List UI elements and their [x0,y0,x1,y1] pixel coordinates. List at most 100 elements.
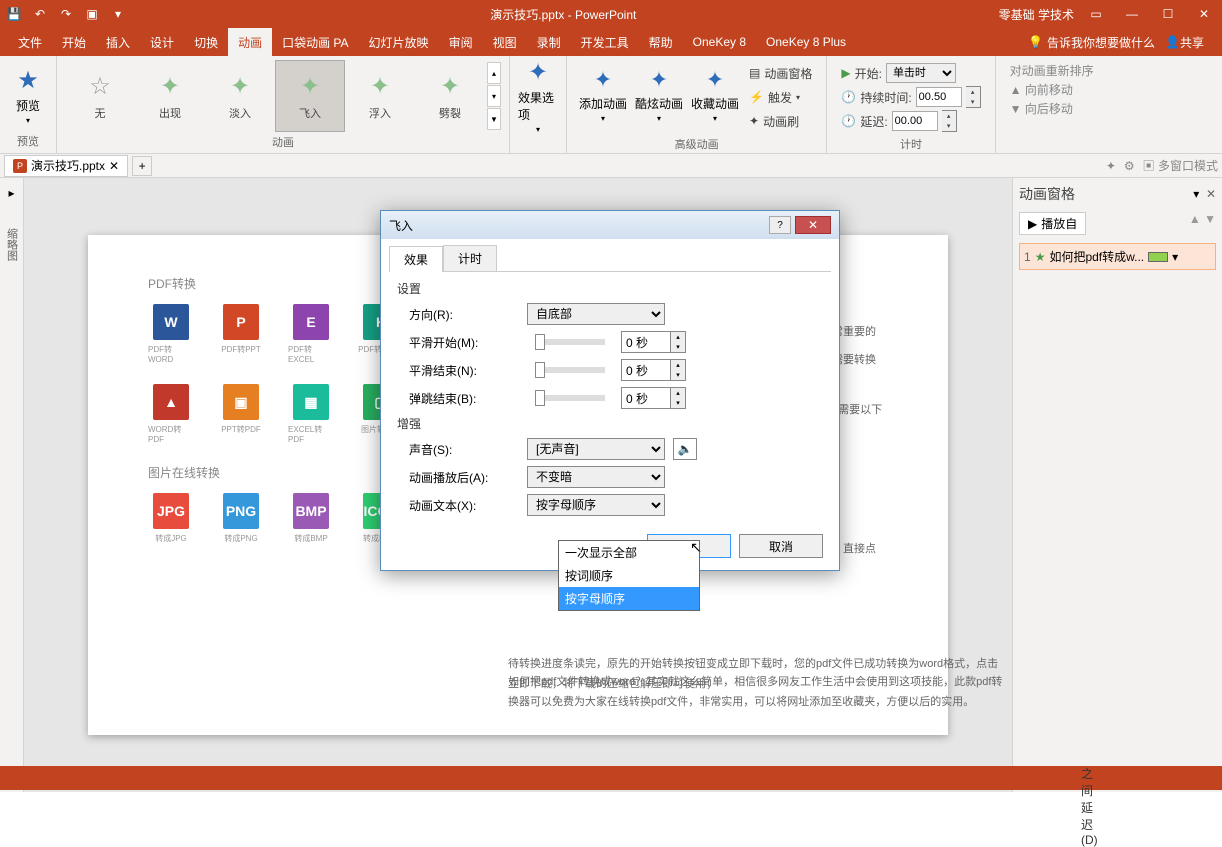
dialog-titlebar[interactable]: 飞入 ? ✕ [381,211,839,239]
multi-window-button[interactable]: ▣ 多窗口模式 [1143,157,1218,174]
preview-button[interactable]: ★预览▾ [8,60,48,131]
anim-none[interactable]: ☆无 [65,60,135,132]
conversion-icon-item[interactable]: WPDF转WORD [148,304,194,364]
tab-pocket-anim[interactable]: 口袋动画 PA [272,28,358,56]
cancel-button[interactable]: 取消 [739,534,823,558]
fav-animation-button[interactable]: ✦收藏动画▾ [687,60,743,130]
direction-select[interactable]: 自底部 [527,303,665,325]
tab-close-icon[interactable]: ✕ [109,159,119,173]
redo-icon[interactable]: ↷ [56,4,76,24]
tell-me[interactable]: 💡告诉我你想要做什么 [1028,34,1155,51]
move-backward-button[interactable]: ▼ 向后移动 [1010,100,1094,117]
spin-down-icon[interactable]: ▾ [942,121,956,131]
speaker-icon[interactable]: 🔈 [673,438,697,460]
trigger-button[interactable]: ⚡触发▾ [749,86,812,108]
spin-up-icon[interactable]: ▴ [942,111,956,121]
bounce-end-slider[interactable] [535,395,605,401]
save-icon[interactable]: 💾 [4,4,24,24]
bounce-end-input[interactable] [621,387,671,409]
add-animation-button[interactable]: ✦添加动画▾ [575,60,631,130]
effect-options-button[interactable]: ✦效果选项▾ [518,60,558,132]
spin-up-icon[interactable]: ▴ [671,332,685,342]
smooth-end-slider[interactable] [535,367,605,373]
start-slideshow-icon[interactable]: ▣ [82,4,102,24]
maximize-icon[interactable]: ☐ [1154,4,1182,24]
ribbon-options-icon[interactable]: ▭ [1082,4,1110,24]
qat-dropdown-icon[interactable]: ▾ [108,4,128,24]
chevron-down-icon[interactable]: ▾ [1193,187,1199,201]
chevron-down-icon[interactable]: ▾ [1172,250,1178,264]
add-tab-button[interactable]: + [132,156,152,176]
anim-fade[interactable]: ✦淡入 [205,60,275,132]
tab-home[interactable]: 开始 [52,28,96,56]
gallery-more-icon[interactable]: ▼ [487,108,501,130]
dropdown-option[interactable]: 按词顺序 [559,564,699,587]
cool-animation-button[interactable]: ✦酷炫动画▾ [631,60,687,130]
tab-animations[interactable]: 动画 [228,28,272,56]
conversion-icon-item[interactable]: PPDF转PPT [218,304,264,364]
anim-split[interactable]: ✦劈裂 [415,60,485,132]
tab-slideshow[interactable]: 幻灯片放映 [359,28,439,56]
move-forward-button[interactable]: ▲ 向前移动 [1010,81,1094,98]
conversion-icon-item[interactable]: ▦EXCEL转PDF [288,384,334,444]
duration-input[interactable] [916,87,962,107]
conversion-icon-item[interactable]: PNG转成PNG [218,493,264,544]
play-from-button[interactable]: ▶播放自 [1019,212,1086,235]
start-select[interactable]: 单击时 [886,63,956,83]
spin-up-icon[interactable]: ▴ [966,87,980,97]
spin-down-icon[interactable]: ▾ [966,97,980,107]
anim-list-item[interactable]: 1 ★ 如何把pdf转成w... ▾ [1019,243,1216,270]
smooth-start-slider[interactable] [535,339,605,345]
dropdown-option[interactable]: 一次显示全部 [559,541,699,564]
spin-up-icon[interactable]: ▴ [671,388,685,398]
animation-painter-button[interactable]: ✦动画刷 [749,110,812,132]
gallery-down-icon[interactable]: ▾ [487,85,501,107]
tool-icon[interactable]: ✦ [1106,159,1116,173]
minimize-icon[interactable]: — [1118,4,1146,24]
tab-view[interactable]: 视图 [483,28,527,56]
smooth-end-input[interactable] [621,359,671,381]
tab-help[interactable]: 帮助 [639,28,683,56]
tab-record[interactable]: 录制 [527,28,571,56]
tab-effect[interactable]: 效果 [389,246,443,272]
animation-pane-button[interactable]: ▤动画窗格 [749,62,812,84]
spin-down-icon[interactable]: ▾ [671,342,685,352]
smooth-start-input[interactable] [621,331,671,353]
share-button[interactable]: 👤共享 [1155,28,1214,56]
expand-icon[interactable]: ▸ [8,186,14,200]
tab-review[interactable]: 审阅 [439,28,483,56]
undo-icon[interactable]: ↶ [30,4,50,24]
delay-input[interactable] [892,111,938,131]
conversion-icon-item[interactable]: JPG转成JPG [148,493,194,544]
anim-flyin[interactable]: ✦飞入 [275,60,345,132]
tab-transitions[interactable]: 切换 [184,28,228,56]
help-icon[interactable]: ? [769,216,791,234]
conversion-icon-item[interactable]: ▣PPT转PDF [218,384,264,444]
tab-onekey8[interactable]: OneKey 8 [683,28,756,56]
tab-file[interactable]: 文件 [8,28,52,56]
dialog-close-icon[interactable]: ✕ [795,216,831,234]
tab-design[interactable]: 设计 [140,28,184,56]
anim-appear[interactable]: ✦出现 [135,60,205,132]
collapsed-thumbnail-panel[interactable]: ▸ 缩略图 [0,178,24,792]
tab-timing[interactable]: 计时 [443,245,497,271]
conversion-icon-item[interactable]: ▲WORD转PDF [148,384,194,444]
tab-developer[interactable]: 开发工具 [571,28,639,56]
gear-icon[interactable]: ⚙ [1124,159,1135,173]
conversion-icon-item[interactable]: BMP转成BMP [288,493,334,544]
tab-insert[interactable]: 插入 [96,28,140,56]
spin-down-icon[interactable]: ▾ [671,398,685,408]
spin-down-icon[interactable]: ▾ [671,370,685,380]
close-icon[interactable]: ✕ [1190,4,1218,24]
spin-up-icon[interactable]: ▴ [671,360,685,370]
close-pane-icon[interactable]: ✕ [1206,187,1216,201]
dropdown-option-selected[interactable]: 按字母顺序 [559,587,699,610]
document-tab[interactable]: P 演示技巧.pptx ✕ [4,155,128,177]
conversion-icon-item[interactable]: EPDF转EXCEL [288,304,334,364]
after-anim-select[interactable]: 不变暗 [527,466,665,488]
anim-float[interactable]: ✦浮入 [345,60,415,132]
tab-onekey8plus[interactable]: OneKey 8 Plus [756,28,856,56]
gallery-up-icon[interactable]: ▴ [487,62,501,84]
sound-select[interactable]: [无声音] [527,438,665,460]
animate-text-select[interactable]: 按字母顺序 [527,494,665,516]
